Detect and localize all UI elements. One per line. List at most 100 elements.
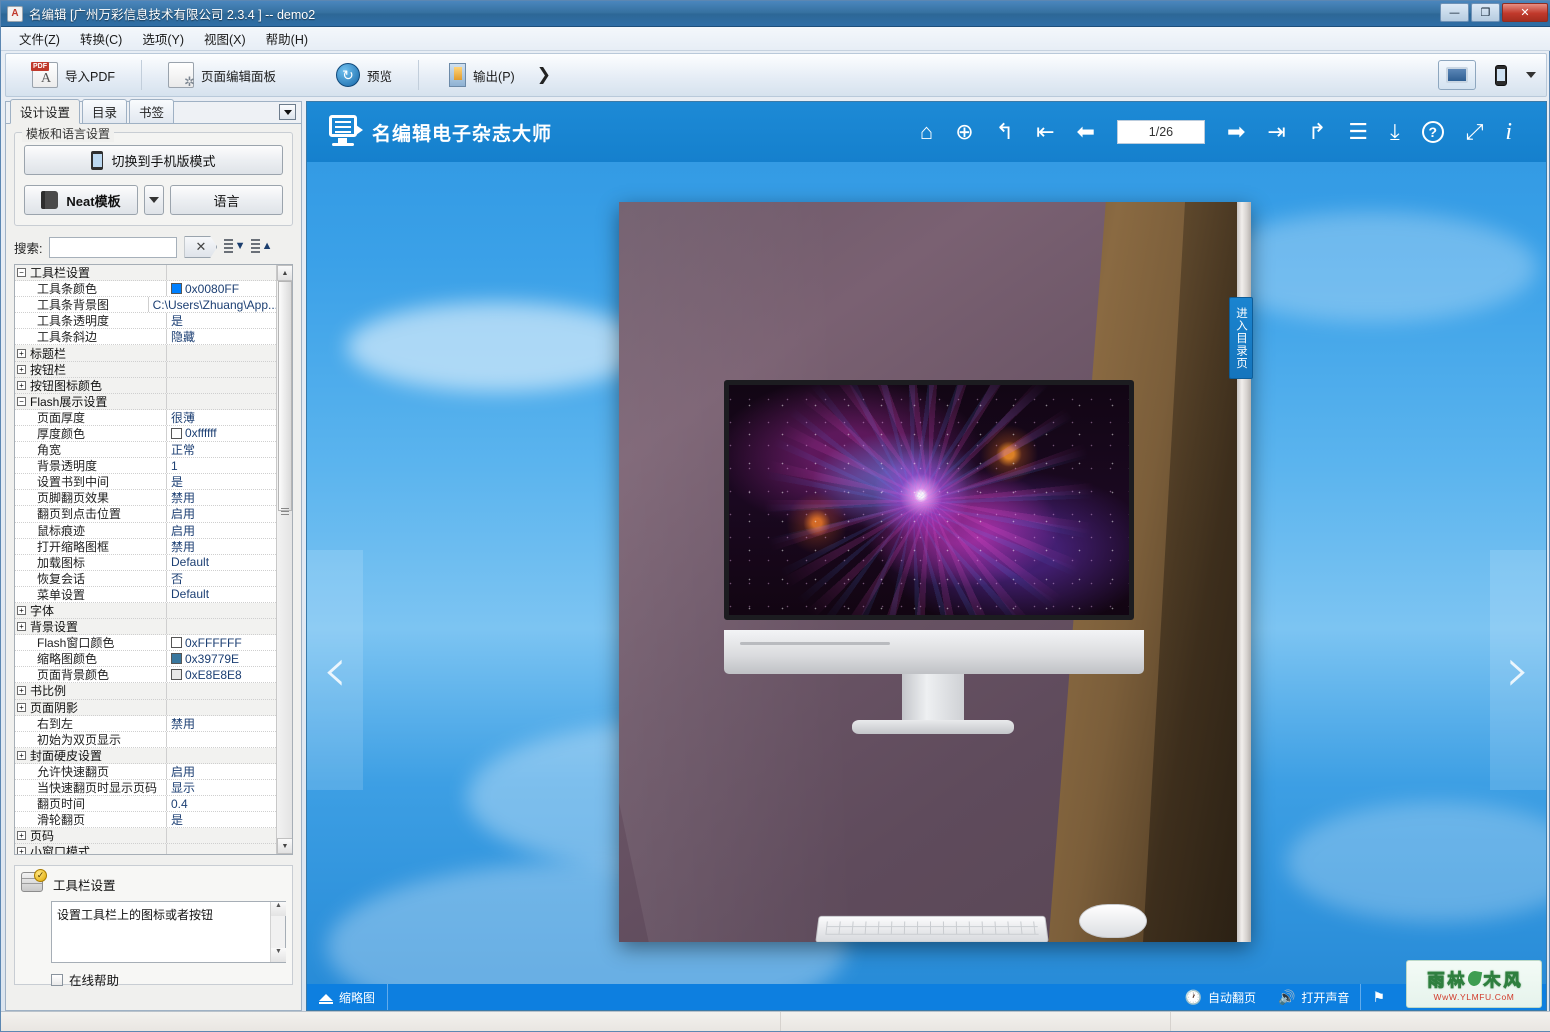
property-row[interactable]: 滑轮翻页 是 — [15, 811, 278, 829]
preview-button[interactable]: ↻ 预览 — [326, 59, 402, 91]
book-page-cover[interactable] — [619, 202, 1251, 942]
property-row[interactable]: 菜单设置 Default — [15, 586, 278, 603]
help-icon[interactable]: ? — [1421, 121, 1444, 143]
thumbnail-toggle-button[interactable]: 缩略图 — [307, 984, 389, 1010]
property-value[interactable]: 启用 — [167, 763, 278, 780]
menu-file[interactable]: 文件(Z) — [9, 26, 70, 51]
property-category-row[interactable]: − 工具栏设置 — [15, 265, 278, 282]
property-category-row[interactable]: + 页面阴影 — [15, 699, 278, 716]
expand-icon[interactable]: + — [17, 831, 26, 841]
property-row[interactable]: 背景透明度 1 — [15, 458, 278, 475]
scroll-down-icon[interactable]: ▼ — [277, 838, 292, 854]
next-page-arrow[interactable]: › — [1490, 550, 1546, 790]
property-category-row[interactable]: + 小窗口模式 — [15, 844, 278, 854]
last-page-icon[interactable]: ⇥ — [1267, 121, 1285, 143]
search-input[interactable] — [49, 236, 178, 258]
property-row[interactable]: 翻页到点击位置 启用 — [15, 505, 278, 523]
property-category-row[interactable]: + 封面硬皮设置 — [15, 747, 278, 764]
property-row[interactable]: 翻页时间 0.4 — [15, 796, 278, 813]
redo-icon[interactable]: ↱ — [1308, 121, 1326, 143]
property-row[interactable]: 设置书到中间 是 — [15, 473, 278, 491]
previous-page-arrow[interactable]: ‹ — [307, 550, 363, 790]
flag-button[interactable]: ⚑ — [1360, 984, 1396, 1010]
property-value[interactable]: 启用 — [167, 522, 278, 539]
property-row[interactable]: 允许快速翻页 启用 — [15, 763, 278, 780]
property-row[interactable]: 当快速翻页时显示页码 显示 — [15, 779, 278, 797]
property-value[interactable]: C:\Users\Zhuang\App... — [149, 298, 278, 312]
expand-icon[interactable]: + — [17, 686, 26, 696]
property-grid-scrollbar[interactable]: ▲ ▼ — [276, 265, 292, 854]
template-dropdown-button[interactable] — [144, 185, 164, 215]
undo-icon[interactable]: ↰ — [996, 121, 1014, 143]
fullscreen-icon[interactable]: ⤢ — [1466, 121, 1484, 143]
property-category-row[interactable]: + 按钮栏 — [15, 361, 278, 378]
property-value[interactable]: 1 — [167, 459, 278, 473]
property-value[interactable]: 显示 — [167, 779, 278, 796]
color-swatch[interactable] — [171, 637, 182, 649]
color-swatch[interactable] — [171, 283, 182, 295]
property-category-row[interactable]: + 背景设置 — [15, 619, 278, 636]
property-value[interactable]: 否 — [167, 570, 278, 587]
color-swatch[interactable] — [171, 669, 182, 681]
zoom-in-icon[interactable]: ⊕ — [955, 121, 973, 143]
property-value[interactable]: 禁用 — [167, 489, 278, 506]
expand-icon[interactable]: + — [17, 348, 26, 358]
online-help-checkbox[interactable] — [51, 973, 63, 986]
device-desktop-button[interactable] — [1438, 60, 1476, 90]
sort-ascending-icon[interactable] — [251, 237, 272, 257]
property-category-row[interactable]: + 标题栏 — [15, 345, 278, 362]
property-value[interactable]: 0.4 — [167, 797, 278, 811]
expand-icon[interactable]: + — [17, 622, 26, 632]
expand-icon[interactable]: + — [17, 364, 26, 374]
expand-icon[interactable]: + — [17, 702, 26, 712]
property-value[interactable]: 禁用 — [167, 538, 278, 555]
property-row[interactable]: 初始为双页显示 — [15, 731, 278, 748]
thumbnail-list-icon[interactable]: ☰ — [1348, 121, 1368, 143]
property-row[interactable]: 厚度颜色 0xffffff — [15, 425, 278, 443]
property-value[interactable]: Default — [167, 555, 278, 569]
property-value[interactable]: 正常 — [167, 441, 278, 458]
property-row[interactable]: 工具条斜边 隐藏 — [15, 329, 278, 346]
tab-contents[interactable]: 目录 — [82, 99, 128, 123]
property-row[interactable]: 恢复会话 否 — [15, 570, 278, 587]
property-row[interactable]: 页面厚度 很薄 — [15, 409, 278, 426]
property-value[interactable]: 是 — [167, 312, 278, 329]
page-indicator[interactable]: 1/26 — [1116, 120, 1205, 144]
expand-icon[interactable]: + — [17, 750, 26, 760]
toolbar-more-chevron-icon[interactable]: ❯ — [537, 65, 551, 85]
property-value[interactable]: 是 — [167, 473, 278, 490]
property-value[interactable]: 0x39779E — [167, 652, 278, 666]
property-row[interactable]: 缩略图颜色 0x39779E — [15, 651, 278, 668]
help-scroll-up-icon[interactable]: ▲ — [271, 902, 286, 916]
first-page-icon[interactable]: ⇤ — [1036, 121, 1054, 143]
menu-help[interactable]: 帮助(H) — [256, 26, 318, 51]
page-edit-panel-button[interactable]: 页面编辑面板 — [158, 58, 286, 92]
property-category-row[interactable]: + 书比例 — [15, 683, 278, 700]
property-row[interactable]: 页面背景颜色 0xE8E8E8 — [15, 667, 278, 684]
property-row[interactable]: 工具条颜色 0x0080FF — [15, 281, 278, 298]
about-icon[interactable]: i — [1505, 120, 1512, 144]
scrollbar-thumb[interactable] — [278, 281, 292, 511]
maximize-button[interactable]: ❐ — [1471, 3, 1500, 22]
property-row[interactable]: 页脚翻页效果 禁用 — [15, 489, 278, 507]
menu-view[interactable]: 视图(X) — [194, 26, 256, 51]
expand-icon[interactable]: + — [17, 380, 26, 390]
import-pdf-button[interactable]: 导入PDF — [22, 58, 125, 92]
color-swatch[interactable] — [171, 427, 182, 439]
scroll-up-icon[interactable]: ▲ — [277, 265, 292, 281]
clear-search-button[interactable]: ✕ — [184, 236, 218, 258]
property-category-row[interactable]: − Flash展示设置 — [15, 393, 278, 410]
property-category-row[interactable]: + 页码 — [15, 828, 278, 845]
close-button[interactable]: ✕ — [1502, 3, 1548, 22]
language-button[interactable]: 语言 — [170, 185, 283, 215]
help-scrollbar[interactable]: ▲ ▼ — [270, 902, 286, 962]
property-value[interactable]: 是 — [167, 811, 278, 828]
next-page-icon[interactable]: ➡ — [1227, 121, 1245, 143]
template-button[interactable]: Neat模板 — [24, 185, 138, 215]
property-value[interactable]: 0xFFFFFF — [167, 636, 278, 650]
download-icon[interactable]: ⤓ — [1390, 121, 1400, 143]
property-row[interactable]: 工具条透明度 是 — [15, 312, 278, 330]
previous-page-icon[interactable]: ⬅ — [1077, 121, 1095, 143]
property-value[interactable]: 启用 — [167, 505, 278, 522]
property-category-row[interactable]: + 按钮图标颜色 — [15, 377, 278, 394]
